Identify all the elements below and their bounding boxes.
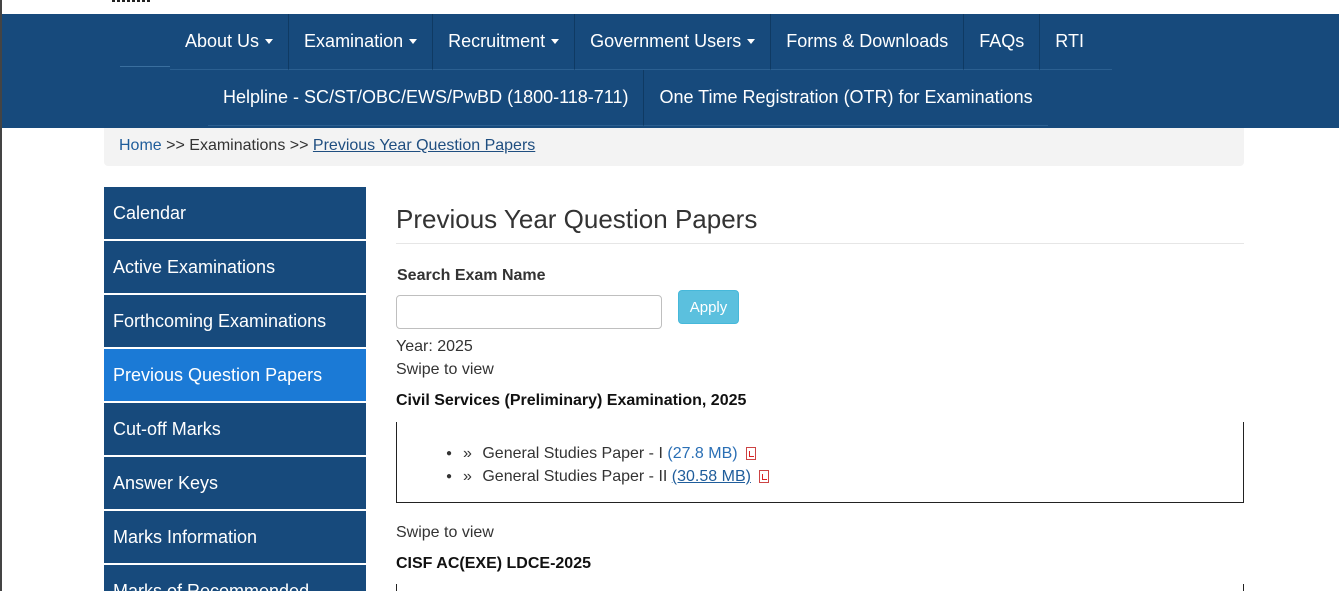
raquo-bullet-icon: »: [463, 445, 472, 462]
breadcrumb-separator: >>: [289, 137, 309, 154]
breadcrumb-separator: >>: [166, 137, 185, 154]
page-title: Previous Year Question Papers: [396, 204, 758, 234]
sidebar-item-answer-keys[interactable]: Answer Keys: [104, 457, 366, 509]
title-divider: [396, 243, 1244, 244]
sidebar-item-active-examinations[interactable]: Active Examinations: [104, 241, 366, 293]
apply-button[interactable]: Apply: [678, 290, 739, 324]
list-bullet: ●: [446, 448, 453, 459]
logo-fragment: [112, 0, 164, 2]
nav-about-us[interactable]: About Us: [170, 14, 290, 70]
nav-otr[interactable]: One Time Registration (OTR) for Examinat…: [644, 70, 1048, 126]
nav-row-primary: About Us Examination Recruitment Governm…: [170, 14, 1112, 70]
sidebar-item-label: Forthcoming Examinations: [113, 310, 327, 331]
nav-helpline-label: Helpline - SC/ST/OBC/EWS/PwBD (1800-118-…: [223, 87, 629, 107]
nav-otr-label: One Time Registration (OTR) for Examinat…: [659, 87, 1033, 107]
sidebar: Calendar Active Examinations Forthcoming…: [104, 187, 366, 591]
sidebar-item-label: Calendar: [113, 202, 187, 223]
page-root: About Us Examination Recruitment Governm…: [0, 0, 1339, 591]
sidebar-item-label: Answer Keys: [113, 472, 219, 493]
nav-government-users[interactable]: Government Users: [575, 14, 772, 70]
list-item: ● » General Studies Paper - II (30.58 MB…: [446, 465, 770, 488]
caret-down-icon: [747, 39, 756, 44]
caret-down-icon: [551, 39, 560, 44]
list-bullet: ●: [446, 471, 453, 482]
caret-down-icon: [409, 39, 418, 44]
swipe-hint: Swipe to view: [396, 361, 494, 378]
nav-forms-downloads[interactable]: Forms & Downloads: [771, 14, 965, 70]
sidebar-item-label: Marks Information: [113, 526, 258, 547]
pdf-file-icon[interactable]: [759, 470, 770, 483]
exam-title: Civil Services (Preliminary) Examination…: [396, 392, 747, 409]
sidebar-item-label: Active Examinations: [113, 256, 276, 277]
nav-about-us-label: About Us: [185, 31, 260, 51]
breadcrumb: Home >> Examinations >> Previous Year Qu…: [104, 128, 1244, 166]
nav-rti[interactable]: RTI: [1040, 14, 1112, 70]
main-navbar: About Us Examination Recruitment Governm…: [2, 14, 1339, 128]
breadcrumb-examinations: Examinations: [189, 137, 286, 154]
raquo-bullet-icon: »: [463, 468, 472, 485]
paper-name: General Studies Paper - II: [482, 468, 668, 485]
sidebar-item-previous-question-papers[interactable]: Previous Question Papers: [104, 349, 366, 401]
paper-list: ● » General Studies Paper - I (27.8 MB) …: [446, 442, 770, 488]
pdf-file-icon[interactable]: [746, 447, 757, 460]
exam-title: CISF AC(EXE) LDCE-2025: [396, 555, 591, 572]
sidebar-item-marks-of-recommended[interactable]: Marks of Recommended: [104, 565, 366, 591]
swipe-hint: Swipe to view: [396, 524, 494, 541]
caret-down-icon: [265, 39, 274, 44]
sidebar-item-label: Cut-off Marks: [113, 418, 221, 439]
paper-download-link[interactable]: (30.58 MB): [672, 468, 751, 485]
paper-name: General Studies Paper - I: [482, 445, 663, 462]
breadcrumb-home-link[interactable]: Home: [119, 137, 162, 154]
nav-examination-label: Examination: [304, 31, 404, 51]
nav-recruitment-label: Recruitment: [448, 31, 546, 51]
sidebar-item-label: Marks of Recommended: [113, 580, 310, 591]
sidebar-item-forthcoming-examinations[interactable]: Forthcoming Examinations: [104, 295, 366, 347]
sidebar-item-marks-information[interactable]: Marks Information: [104, 511, 366, 563]
sidebar-item-cut-off-marks[interactable]: Cut-off Marks: [104, 403, 366, 455]
year-label: Year: 2025: [396, 338, 473, 355]
paper-table: ● » General Studies Paper - I (27.8 MB) …: [396, 422, 1244, 503]
header-top-strip: [0, 0, 1339, 14]
nav-forms-downloads-label: Forms & Downloads: [786, 31, 949, 51]
nav-faqs[interactable]: FAQs: [964, 14, 1041, 70]
sidebar-item-label: Previous Question Papers: [113, 364, 323, 385]
nav-faqs-label: FAQs: [979, 31, 1025, 51]
nav-home-slot[interactable]: [120, 14, 170, 67]
main-content: Previous Year Question Papers Search Exa…: [396, 187, 1244, 591]
nav-helpline[interactable]: Helpline - SC/ST/OBC/EWS/PwBD (1800-118-…: [208, 70, 645, 126]
nav-recruitment[interactable]: Recruitment: [433, 14, 576, 70]
list-item: ● » General Studies Paper - I (27.8 MB): [446, 442, 769, 465]
search-exam-label: Search Exam Name: [397, 267, 546, 284]
nav-row-secondary: Helpline - SC/ST/OBC/EWS/PwBD (1800-118-…: [208, 70, 1048, 126]
breadcrumb-current-link[interactable]: Previous Year Question Papers: [313, 137, 535, 154]
sidebar-item-calendar[interactable]: Calendar: [104, 187, 366, 239]
nav-government-users-label: Government Users: [590, 31, 742, 51]
search-exam-input[interactable]: [396, 295, 662, 329]
paper-table: [396, 584, 1244, 591]
nav-examination[interactable]: Examination: [289, 14, 434, 70]
nav-rti-label: RTI: [1055, 31, 1084, 51]
paper-download-link[interactable]: (27.8 MB): [667, 445, 737, 462]
